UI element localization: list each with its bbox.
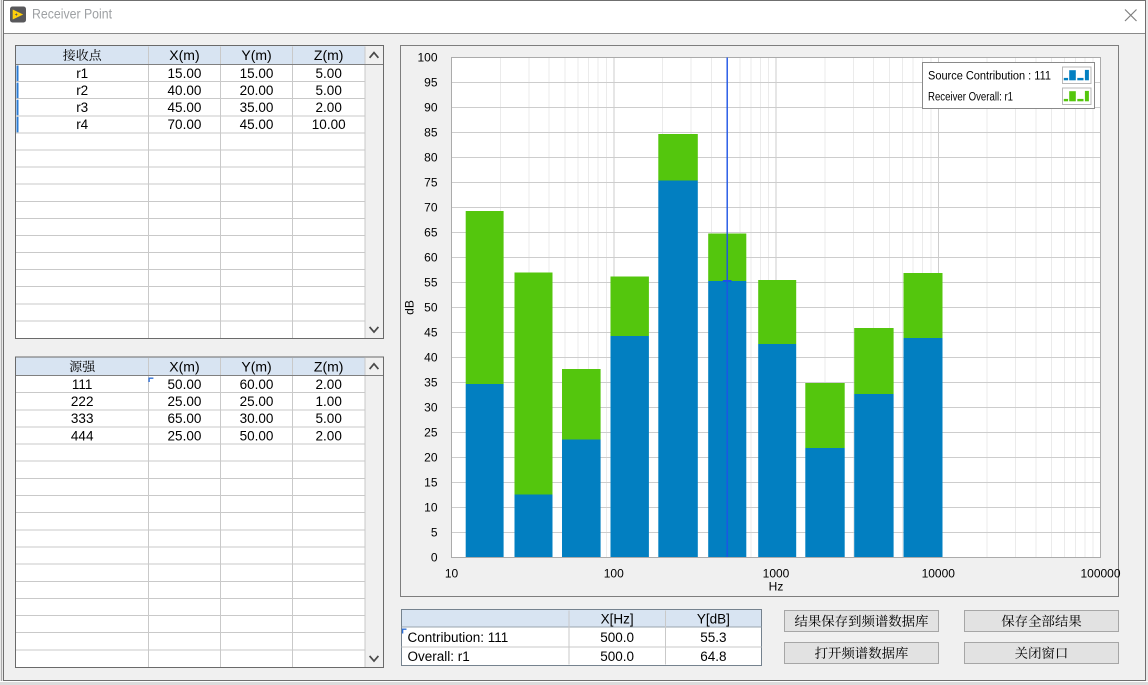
svg-text:X[Hz]: X[Hz] <box>601 611 634 626</box>
svg-text:90: 90 <box>424 101 438 115</box>
svg-text:Receiver Overall: r1: Receiver Overall: r1 <box>928 89 1013 103</box>
svg-text:100: 100 <box>604 567 624 581</box>
svg-text:45: 45 <box>424 326 438 340</box>
svg-text:dB: dB <box>403 300 417 315</box>
svg-text:Y[dB]: Y[dB] <box>697 611 730 626</box>
svg-text:Hz: Hz <box>769 580 784 594</box>
svg-text:Z(m): Z(m) <box>314 358 344 374</box>
svg-text:500.0: 500.0 <box>600 630 634 645</box>
svg-text:222: 222 <box>71 394 94 409</box>
svg-text:70: 70 <box>424 201 438 215</box>
svg-text:10: 10 <box>424 501 438 515</box>
svg-text:50.00: 50.00 <box>168 377 202 392</box>
svg-text:30: 30 <box>424 401 438 415</box>
svg-text:X(m): X(m) <box>169 47 199 63</box>
svg-text:r2: r2 <box>76 83 88 98</box>
svg-text:25.00: 25.00 <box>168 394 202 409</box>
svg-text:X(m): X(m) <box>169 358 199 374</box>
svg-text:25: 25 <box>424 426 438 440</box>
svg-text:333: 333 <box>71 411 94 426</box>
svg-text:2.00: 2.00 <box>316 100 342 115</box>
svg-text:65.00: 65.00 <box>168 411 202 426</box>
svg-text:95: 95 <box>424 76 438 90</box>
svg-text:55: 55 <box>424 276 438 290</box>
svg-text:Receiver Point: Receiver Point <box>32 5 112 21</box>
svg-text:35: 35 <box>424 376 438 390</box>
svg-text:40.00: 40.00 <box>168 83 202 98</box>
svg-text:2.00: 2.00 <box>316 377 342 392</box>
svg-text:75: 75 <box>424 176 438 190</box>
svg-text:r4: r4 <box>76 117 88 132</box>
svg-text:2.00: 2.00 <box>316 428 342 443</box>
svg-text:Y(m): Y(m) <box>241 47 271 63</box>
svg-text:25.00: 25.00 <box>240 394 274 409</box>
svg-text:50.00: 50.00 <box>240 428 274 443</box>
svg-text:5.00: 5.00 <box>316 66 342 81</box>
svg-text:r1: r1 <box>76 66 88 81</box>
svg-text:10000: 10000 <box>922 567 956 581</box>
svg-text:20: 20 <box>424 451 438 465</box>
svg-text:25.00: 25.00 <box>168 428 202 443</box>
svg-text:Y(m): Y(m) <box>241 358 271 374</box>
svg-text:500.0: 500.0 <box>600 649 634 664</box>
svg-text:r3: r3 <box>76 100 88 115</box>
svg-text:Overall: r1: Overall: r1 <box>408 649 470 664</box>
svg-text:65: 65 <box>424 226 438 240</box>
svg-text:80: 80 <box>424 151 438 165</box>
svg-text:15.00: 15.00 <box>168 66 202 81</box>
svg-text:30.00: 30.00 <box>240 411 274 426</box>
svg-text:5: 5 <box>431 526 438 540</box>
svg-text:15.00: 15.00 <box>240 66 274 81</box>
svg-text:100: 100 <box>417 51 437 65</box>
svg-text:60: 60 <box>424 251 438 265</box>
svg-text:111: 111 <box>72 377 93 392</box>
svg-text:85: 85 <box>424 126 438 140</box>
svg-text:Contribution: 111: Contribution: 111 <box>408 630 509 645</box>
svg-text:60.00: 60.00 <box>240 377 274 392</box>
svg-text:10: 10 <box>445 567 459 581</box>
svg-text:45.00: 45.00 <box>240 117 274 132</box>
svg-text:70.00: 70.00 <box>168 117 202 132</box>
svg-text:Z(m): Z(m) <box>314 47 344 63</box>
svg-text:1000: 1000 <box>763 567 790 581</box>
svg-text:20.00: 20.00 <box>240 83 274 98</box>
svg-text:Source Contribution : 111: Source Contribution : 111 <box>928 68 1051 82</box>
svg-text:100000: 100000 <box>1080 567 1120 581</box>
svg-text:1.00: 1.00 <box>316 394 342 409</box>
svg-text:50: 50 <box>424 301 438 315</box>
svg-text:64.8: 64.8 <box>700 649 726 664</box>
svg-text:35.00: 35.00 <box>240 100 274 115</box>
svg-text:10.00: 10.00 <box>312 117 346 132</box>
svg-text:5.00: 5.00 <box>316 83 342 98</box>
svg-text:444: 444 <box>71 428 94 443</box>
svg-text:45.00: 45.00 <box>168 100 202 115</box>
svg-text:40: 40 <box>424 351 438 365</box>
svg-text:15: 15 <box>424 476 438 490</box>
svg-text:0: 0 <box>431 551 438 565</box>
svg-text:55.3: 55.3 <box>700 630 726 645</box>
svg-text:5.00: 5.00 <box>316 411 342 426</box>
